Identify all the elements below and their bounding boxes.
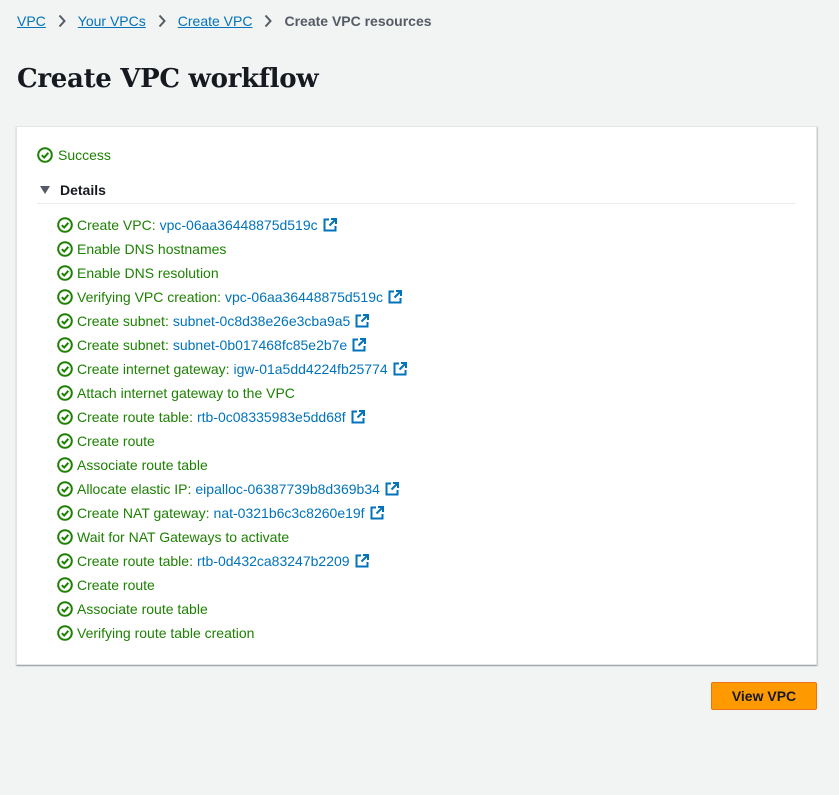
- step-text: Create route table:: [77, 409, 193, 425]
- step-item: Associate route table: [57, 453, 407, 477]
- resource-link[interactable]: nat-0321b6c3c8260e19f: [214, 505, 365, 521]
- external-link-icon[interactable]: [355, 554, 369, 568]
- step-item: Verifying route table creation: [57, 621, 407, 645]
- page-title: Create VPC workflow: [17, 64, 319, 94]
- chevron-right-icon: [158, 14, 166, 28]
- resource-link[interactable]: rtb-0c08335983e5dd68f: [197, 409, 346, 425]
- breadcrumb-current: Create VPC resources: [284, 13, 432, 29]
- chevron-right-icon: [58, 14, 66, 28]
- breadcrumb-vpc[interactable]: VPC: [17, 11, 46, 31]
- resource-link[interactable]: vpc-06aa36448875d519c: [160, 217, 318, 233]
- step-text: Create VPC:: [77, 217, 156, 233]
- external-link-icon[interactable]: [355, 314, 370, 328]
- check-circle-icon: [57, 337, 73, 353]
- step-item: Create route: [57, 429, 407, 453]
- step-item: Create VPC: vpc-06aa36448875d519c: [57, 213, 407, 237]
- step-item: Attach internet gateway to the VPC: [57, 381, 407, 405]
- check-circle-icon: [57, 505, 73, 521]
- resource-link[interactable]: subnet-0b017468fc85e2b7e: [173, 337, 347, 353]
- external-link-icon[interactable]: [370, 506, 384, 520]
- step-item: Create subnet: subnet-0c8d38e26e3cba9a5: [57, 309, 407, 333]
- breadcrumb: VPC Your VPCs Create VPC Create VPC reso…: [17, 11, 432, 31]
- resource-link[interactable]: igw-01a5dd4224fb25774: [234, 361, 388, 377]
- check-circle-icon: [57, 241, 73, 257]
- step-list: Create VPC: vpc-06aa36448875d519c Enable D…: [57, 213, 407, 645]
- check-circle-icon: [57, 577, 73, 593]
- check-circle-icon: [57, 385, 73, 401]
- step-text: Verifying route table creation: [77, 625, 255, 641]
- check-circle-icon: [57, 433, 73, 449]
- step-item: Enable DNS hostnames: [57, 237, 407, 261]
- workflow-container: Success Details Create VPC: vpc-06aa36448…: [16, 126, 817, 665]
- step-text: Associate route table: [77, 457, 208, 473]
- check-circle-icon: [57, 289, 73, 305]
- step-text: Create subnet:: [77, 313, 169, 329]
- step-text: Attach internet gateway to the VPC: [77, 385, 295, 401]
- resource-link[interactable]: subnet-0c8d38e26e3cba9a5: [173, 313, 351, 329]
- step-item: Enable DNS resolution: [57, 261, 407, 285]
- step-item: Create route: [57, 573, 407, 597]
- chevron-right-icon: [264, 14, 273, 28]
- status-success: Success: [37, 145, 111, 165]
- step-text: Enable DNS resolution: [77, 265, 219, 281]
- details-toggle[interactable]: Details: [39, 180, 106, 200]
- step-text: Create subnet:: [77, 337, 169, 353]
- step-item: Create internet gateway: igw-01a5dd4224fb…: [57, 357, 407, 381]
- status-label: Success: [58, 147, 111, 163]
- resource-link[interactable]: vpc-06aa36448875d519c: [225, 289, 383, 305]
- check-circle-icon: [57, 361, 73, 377]
- external-link-icon[interactable]: [385, 482, 399, 496]
- breadcrumb-your-vpcs[interactable]: Your VPCs: [78, 11, 146, 31]
- divider: [37, 203, 796, 204]
- step-text: Create NAT gateway:: [77, 505, 210, 521]
- step-text: Associate route table: [77, 601, 208, 617]
- step-item: Create route table: rtb-0d432ca83247b2209: [57, 549, 407, 573]
- check-circle-icon: [57, 217, 73, 233]
- check-circle-icon: [57, 313, 73, 329]
- step-item: Allocate elastic IP: eipalloc-06387739b8d…: [57, 477, 407, 501]
- step-text: Create internet gateway:: [77, 361, 230, 377]
- check-circle-icon: [57, 553, 73, 569]
- resource-link[interactable]: rtb-0d432ca83247b2209: [197, 553, 350, 569]
- resource-link[interactable]: eipalloc-06387739b8d369b34: [195, 481, 380, 497]
- check-circle-icon: [37, 147, 53, 163]
- caret-down-icon: [39, 185, 53, 195]
- step-text: Create route: [77, 577, 155, 593]
- check-circle-icon: [57, 481, 73, 497]
- step-item: Create subnet: subnet-0b017468fc85e2b7e: [57, 333, 407, 357]
- step-item: Create route table: rtb-0c08335983e5dd68f: [57, 405, 407, 429]
- step-text: Create route table:: [77, 553, 193, 569]
- step-item: Wait for NAT Gateways to activate: [57, 525, 407, 549]
- check-circle-icon: [57, 265, 73, 281]
- details-label: Details: [60, 182, 106, 198]
- external-link-icon[interactable]: [352, 338, 367, 352]
- check-circle-icon: [57, 625, 73, 641]
- external-link-icon[interactable]: [323, 218, 337, 232]
- external-link-icon[interactable]: [393, 362, 407, 376]
- step-text: Wait for NAT Gateways to activate: [77, 529, 290, 545]
- view-vpc-button[interactable]: View VPC: [711, 682, 817, 710]
- step-text: Verifying VPC creation:: [77, 289, 221, 305]
- step-item: Verifying VPC creation: vpc-06aa36448875d…: [57, 285, 407, 309]
- step-item: Associate route table: [57, 597, 407, 621]
- step-text: Create route: [77, 433, 155, 449]
- breadcrumb-create-vpc[interactable]: Create VPC: [178, 11, 253, 31]
- step-text: Enable DNS hostnames: [77, 241, 227, 257]
- step-text: Allocate elastic IP:: [77, 481, 192, 497]
- check-circle-icon: [57, 529, 73, 545]
- external-link-icon[interactable]: [388, 290, 402, 304]
- check-circle-icon: [57, 409, 73, 425]
- check-circle-icon: [57, 457, 73, 473]
- check-circle-icon: [57, 601, 73, 617]
- external-link-icon[interactable]: [351, 410, 365, 424]
- step-item: Create NAT gateway: nat-0321b6c3c8260e19f: [57, 501, 407, 525]
